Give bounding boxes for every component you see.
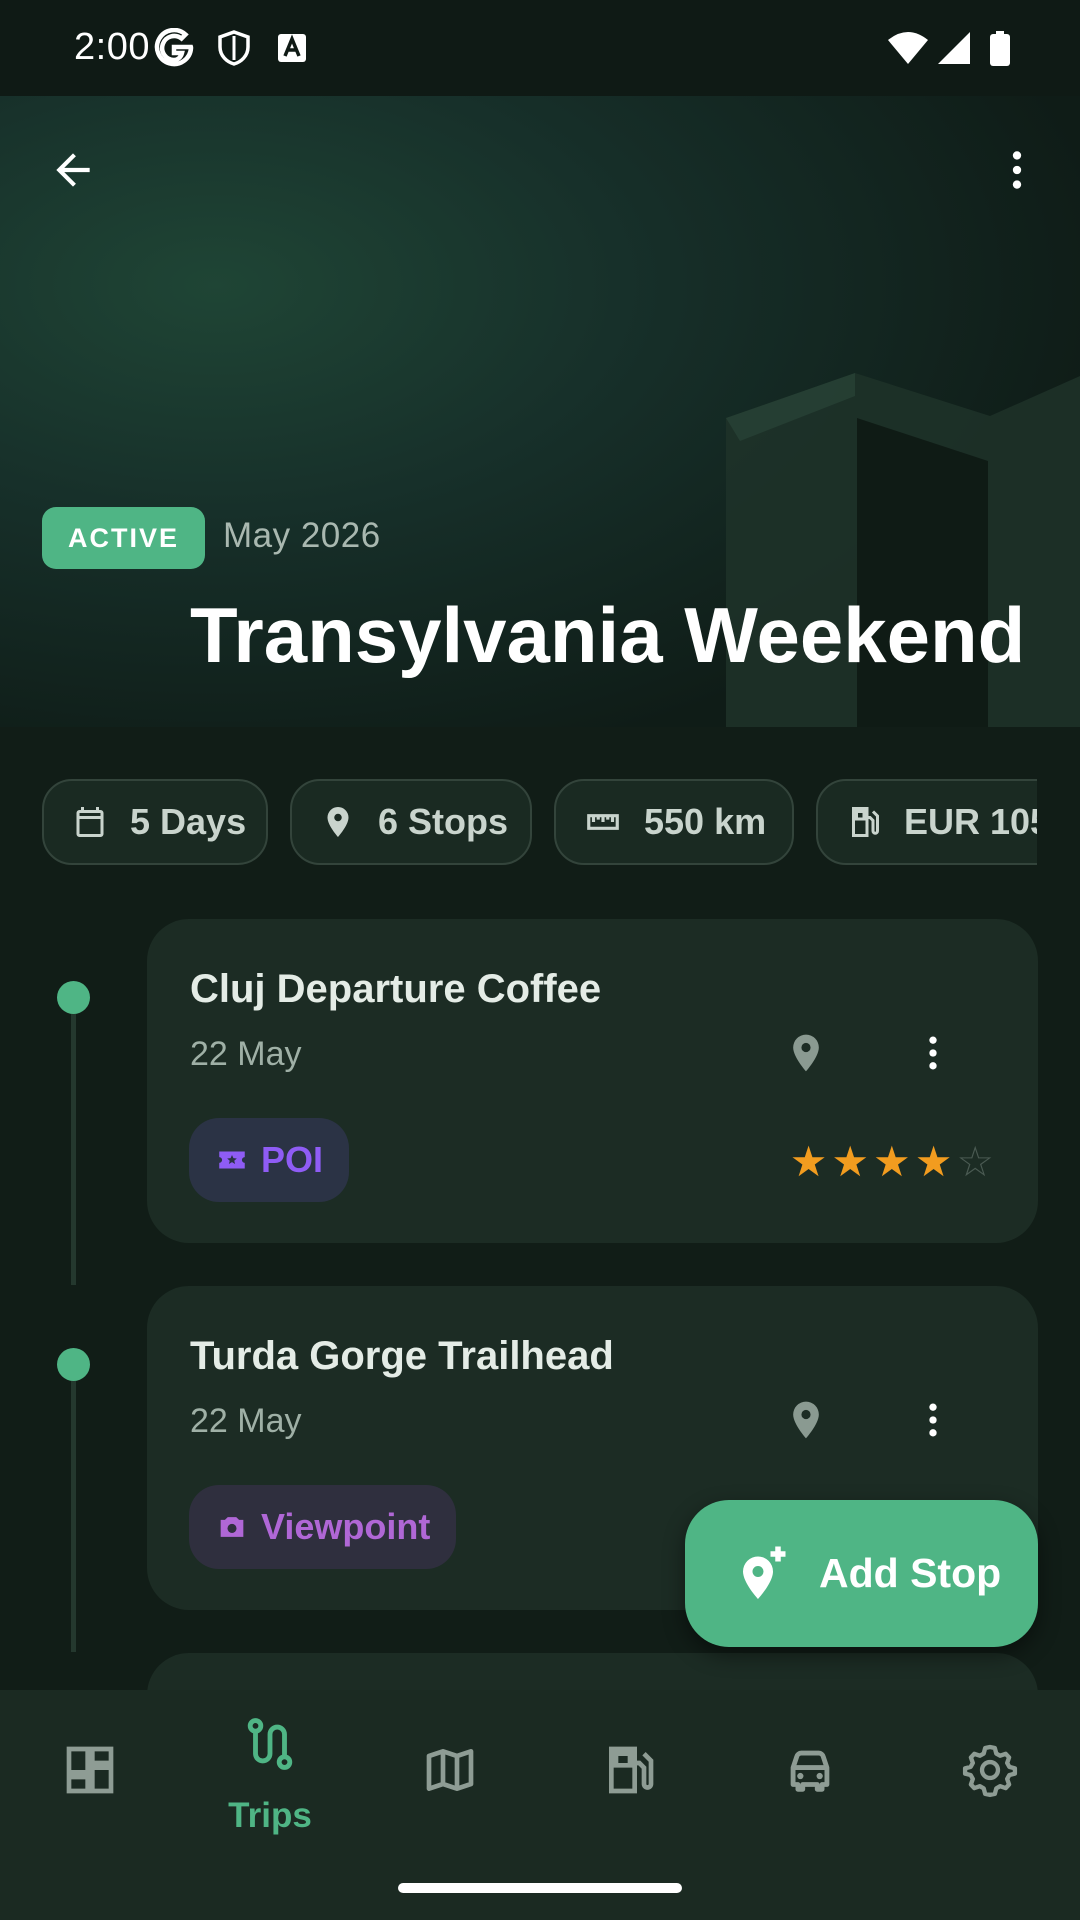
- stop-category-label: POI: [261, 1139, 324, 1180]
- nav-item-dashboard[interactable]: [0, 1690, 180, 1860]
- calendar-icon: [76, 807, 104, 837]
- fuel-station-icon: [600, 1740, 660, 1800]
- status-badge: ACTIVE: [42, 507, 206, 569]
- more-vertical-icon: [929, 1403, 937, 1437]
- chip-stops[interactable]: 6 Stops: [290, 779, 532, 865]
- stop-more-button[interactable]: [903, 1390, 963, 1450]
- chip-days-label: 5 Days: [130, 801, 247, 842]
- nav-item-trips[interactable]: Trips: [180, 1690, 360, 1860]
- keyboard-a-icon: [278, 34, 306, 62]
- stop-location-button[interactable]: [776, 1390, 836, 1450]
- stop-category-label: Viewpoint: [261, 1506, 431, 1547]
- stop-location-button[interactable]: [776, 1023, 836, 1083]
- back-button[interactable]: [33, 130, 113, 210]
- status-bar: 2:00: [0, 0, 1080, 96]
- star-empty-icon: ☆: [956, 1138, 994, 1185]
- star-filled-icon: ★: [873, 1138, 911, 1185]
- more-vertical-icon: [929, 1036, 937, 1070]
- stop-title: Cluj Departure Coffee: [190, 967, 602, 1011]
- star-filled-icon: ★: [789, 1138, 828, 1185]
- shield-icon: [218, 30, 250, 66]
- map-pin-icon: [327, 807, 349, 837]
- signal-icon: [938, 32, 970, 64]
- fuel-icon: [852, 807, 879, 837]
- car-icon: [780, 1740, 840, 1800]
- timeline-dot: [57, 981, 90, 1014]
- map-icon: [420, 1740, 480, 1800]
- hero-more-button[interactable]: [977, 130, 1057, 210]
- chip-cost[interactable]: EUR 105: [816, 779, 1037, 865]
- nav-item-settings[interactable]: [900, 1690, 1080, 1860]
- google-g-icon: [154, 28, 194, 67]
- add-stop-label: Add Stop: [819, 1550, 1002, 1596]
- timeline-line: [71, 1367, 76, 1652]
- stop-card[interactable]: Cluj Departure Coffee 22 May POI ★ ★ ★ ★…: [147, 919, 1038, 1243]
- stop-date: 22 May: [190, 1402, 302, 1440]
- stop-rating: ★ ★ ★ ★ ☆: [790, 1141, 994, 1183]
- settings-gear-icon: [960, 1740, 1020, 1800]
- add-stop-button[interactable]: Add Stop: [685, 1500, 1038, 1647]
- stop-category-tag: POI: [189, 1118, 350, 1202]
- route-icon: [240, 1714, 300, 1774]
- wifi-icon: [888, 32, 928, 64]
- chip-stops-label: 6 Stops: [378, 801, 509, 842]
- timeline-dot: [57, 1348, 90, 1381]
- nav-item-vehicle[interactable]: [720, 1690, 900, 1860]
- status-time: 2:00: [74, 26, 150, 68]
- star-filled-icon: ★: [914, 1138, 953, 1185]
- dashboard-icon: [60, 1740, 120, 1800]
- nav-item-map[interactable]: [360, 1690, 540, 1860]
- trip-hero: ACTIVE May 2026 Transylvania Weekend: [0, 96, 1080, 727]
- stop-date: 22 May: [190, 1035, 302, 1073]
- nav-item-fuel[interactable]: [540, 1690, 720, 1860]
- add-location-icon: [743, 1546, 786, 1599]
- stop-category-tag: Viewpoint: [189, 1485, 457, 1569]
- more-vertical-icon: [1012, 151, 1022, 189]
- stop-more-button[interactable]: [903, 1023, 963, 1083]
- camera-icon: [220, 1517, 244, 1537]
- arrow-left-icon: [56, 153, 90, 187]
- star-filled-icon: ★: [831, 1138, 870, 1185]
- chip-cost-label: EUR 105: [904, 801, 1037, 842]
- battery-icon: [990, 31, 1010, 66]
- timeline-line: [71, 1000, 76, 1285]
- map-pin-icon: [793, 1401, 819, 1439]
- chip-distance[interactable]: 550 km: [554, 779, 794, 865]
- ruler-icon: [587, 814, 619, 830]
- trip-date: May 2026: [223, 516, 381, 555]
- trip-stats-chips: 5 Days 6 Stops 550 km EUR 105: [42, 779, 1037, 867]
- map-pin-icon: [793, 1034, 819, 1072]
- stop-title: Turda Gorge Trailhead: [190, 1334, 614, 1378]
- trip-title: Transylvania Weekend: [190, 591, 1026, 679]
- home-indicator[interactable]: [398, 1883, 682, 1893]
- chip-days[interactable]: 5 Days: [42, 779, 268, 865]
- chip-distance-label: 550 km: [644, 801, 767, 842]
- ticket-star-icon: [219, 1151, 245, 1169]
- nav-label-trips: Trips: [228, 1796, 312, 1835]
